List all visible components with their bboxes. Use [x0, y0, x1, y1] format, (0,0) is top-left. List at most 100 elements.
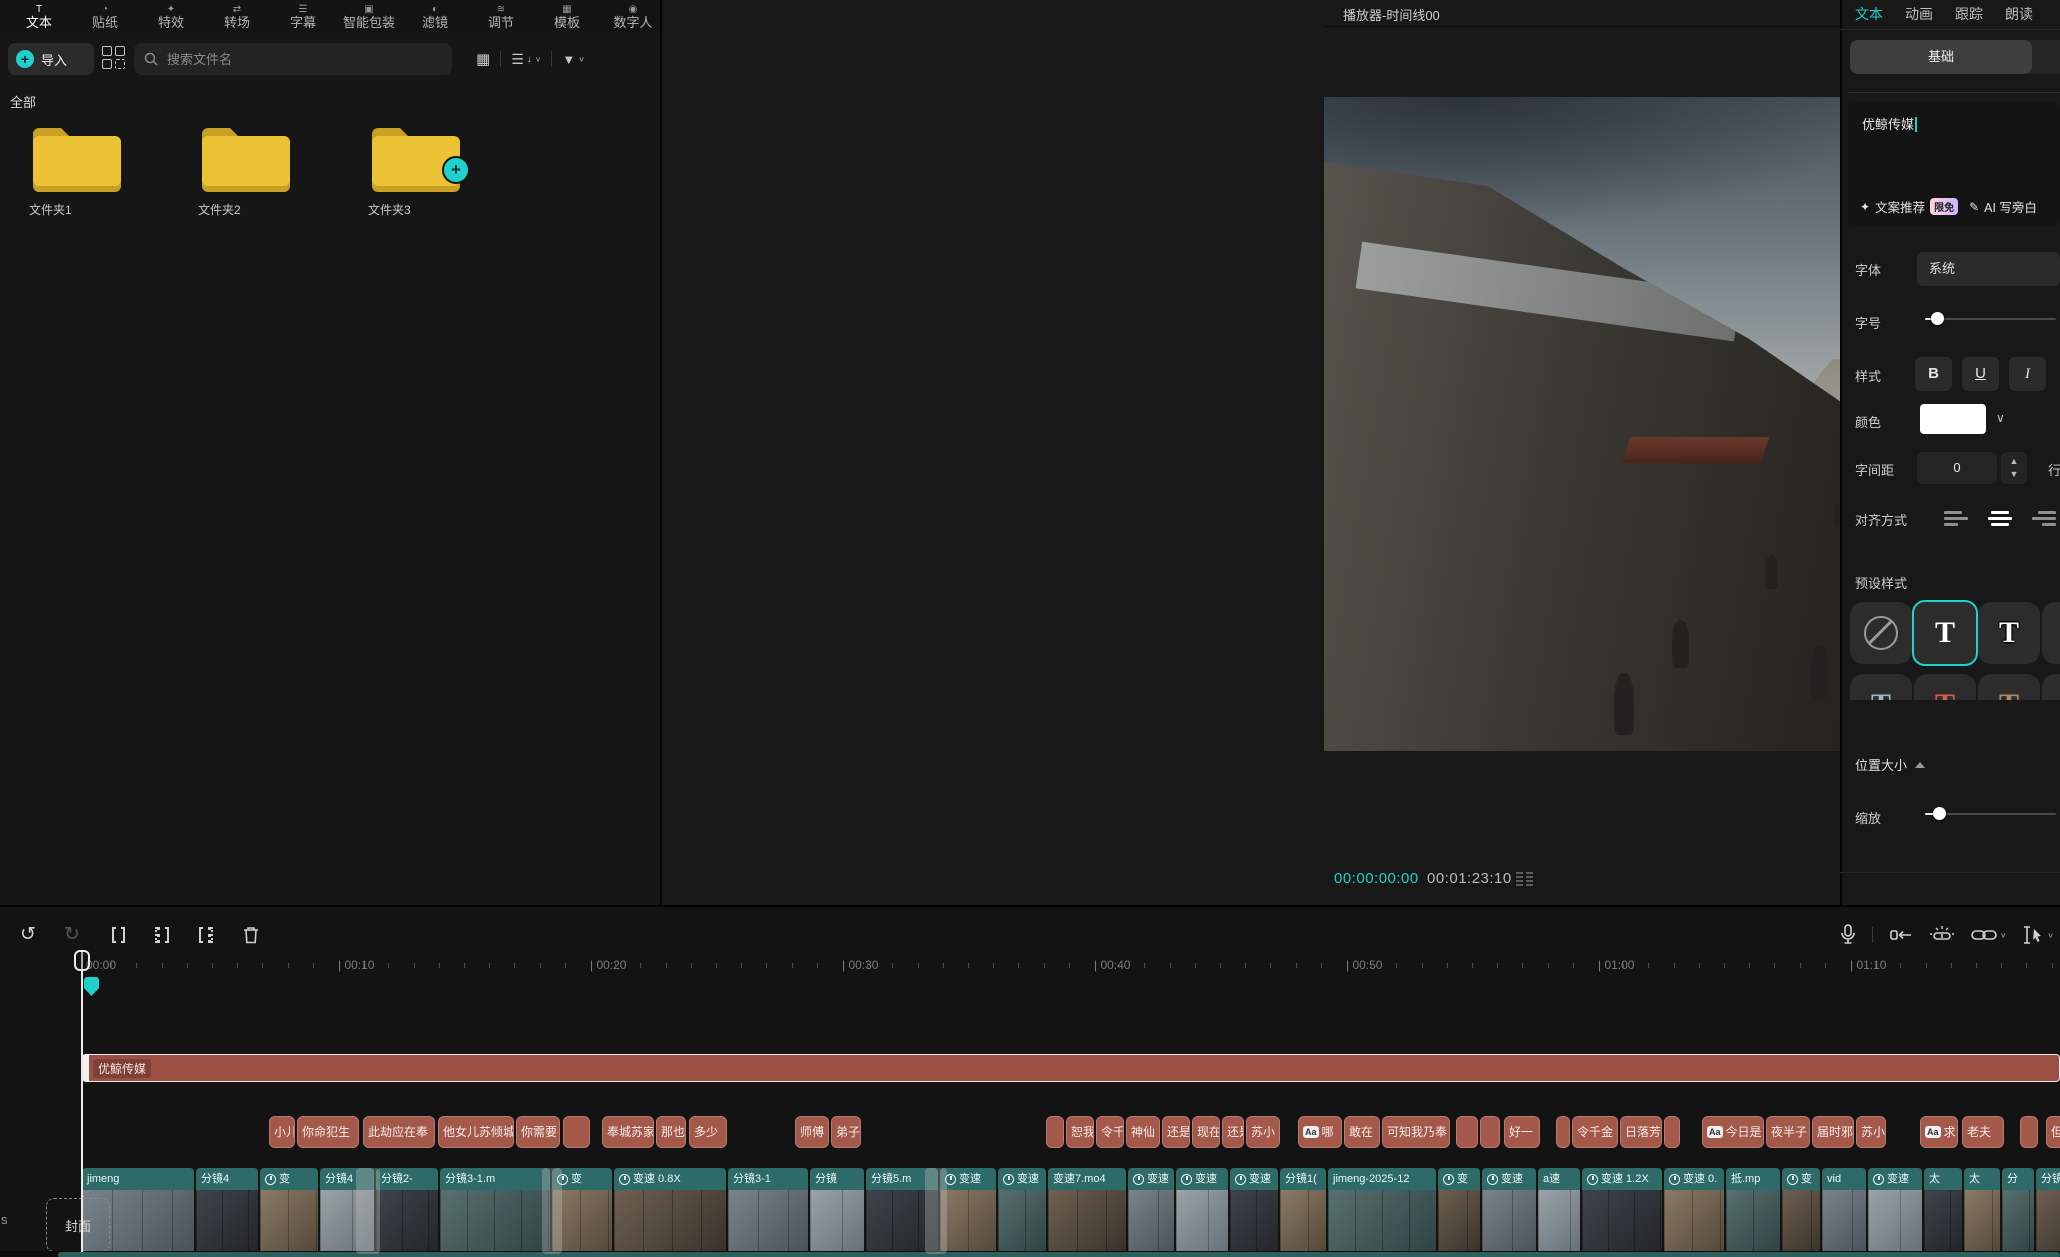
- preset-style-button[interactable]: T: [1978, 602, 2040, 664]
- menu-item-captions[interactable]: ☰字幕: [270, 4, 336, 33]
- video-clip[interactable]: a速: [1538, 1168, 1580, 1254]
- search-input[interactable]: [165, 51, 419, 68]
- video-clip[interactable]: 分镜2-: [376, 1168, 438, 1254]
- video-clip[interactable]: 太: [1924, 1168, 1962, 1254]
- subtitle-clip[interactable]: 多少: [689, 1116, 727, 1148]
- preset-none-button[interactable]: [1850, 602, 1912, 664]
- menu-item-sticker[interactable]: ◔贴纸: [72, 4, 138, 33]
- transition-marker[interactable]: [356, 1168, 380, 1254]
- video-clip[interactable]: 分镜4: [196, 1168, 258, 1254]
- playhead-handle[interactable]: [74, 950, 90, 971]
- playhead-line[interactable]: [81, 952, 83, 1252]
- video-clip[interactable]: 变速: [1868, 1168, 1922, 1254]
- menu-item-template[interactable]: ▦模板: [534, 4, 600, 33]
- subtitle-clip[interactable]: 还是: [1222, 1116, 1244, 1148]
- video-clip[interactable]: 太: [1964, 1168, 2000, 1254]
- preset-style-button[interactable]: T: [2042, 602, 2060, 664]
- trim-right-icon[interactable]: [192, 921, 220, 949]
- subtitle-clip[interactable]: 师傅: [795, 1116, 829, 1148]
- menu-item-effects[interactable]: ✦特效: [138, 4, 204, 33]
- video-clip[interactable]: vid: [1822, 1168, 1866, 1254]
- subtitle-clip[interactable]: 神仙: [1126, 1116, 1160, 1148]
- align-right-button[interactable]: [2026, 503, 2060, 533]
- text-content-input[interactable]: 优鲸传媒 ✦ 文案推荐 限免 ✎ AI 写旁白: [1848, 102, 2060, 226]
- align-left-button[interactable]: [1938, 503, 1974, 533]
- subtitle-clip[interactable]: 老夫: [1962, 1116, 2004, 1148]
- video-clip[interactable]: 分镜3-1: [728, 1168, 808, 1254]
- preset-style-button[interactable]: T: [1914, 674, 1976, 700]
- subtitle-clip[interactable]: 小儿: [269, 1116, 295, 1148]
- video-clip[interactable]: 变速 0.: [1664, 1168, 1724, 1254]
- cover-button[interactable]: 封面: [46, 1198, 110, 1252]
- text-track-clip[interactable]: 优鲸传媒: [82, 1054, 2060, 1082]
- transition-marker[interactable]: [925, 1168, 947, 1254]
- menu-item-filter[interactable]: ◐滤镜: [402, 4, 468, 33]
- subtitle-clip[interactable]: Aa哪: [1298, 1116, 1342, 1148]
- video-clip[interactable]: 分镜: [810, 1168, 864, 1254]
- search-box[interactable]: [134, 43, 452, 75]
- preset-style-button[interactable]: T: [1912, 600, 1978, 666]
- grid-view-icon[interactable]: ▦: [476, 50, 490, 68]
- subtitle-clip[interactable]: 那也: [656, 1116, 686, 1148]
- video-clip[interactable]: 变速: [1176, 1168, 1228, 1254]
- subtitle-clip[interactable]: 奉城苏家: [602, 1116, 654, 1148]
- video-clip[interactable]: 变: [260, 1168, 318, 1254]
- video-clip[interactable]: 分镜1(: [1280, 1168, 1326, 1254]
- video-clip[interactable]: 变速 1.2X: [1582, 1168, 1662, 1254]
- subtitle-clip[interactable]: 他女儿苏倾城: [438, 1116, 514, 1148]
- video-clip[interactable]: 抵.mp: [1726, 1168, 1780, 1254]
- menu-item-digital-human[interactable]: ◉数字人: [600, 4, 666, 33]
- subtitle-clip[interactable]: 苏小: [1246, 1116, 1280, 1148]
- collection-grid-button[interactable]: [102, 46, 128, 72]
- scale-slider[interactable]: [1925, 807, 2056, 821]
- trim-left-icon[interactable]: [148, 921, 176, 949]
- menu-item-adjust[interactable]: ≋调节: [468, 4, 534, 33]
- inspector-tab-朗读[interactable]: 朗读: [2005, 4, 2033, 24]
- inspector-tab-文本[interactable]: 文本: [1855, 4, 1883, 24]
- filter-icon[interactable]: ▼∨: [562, 52, 584, 67]
- subtitle-clip[interactable]: 还是: [1162, 1116, 1190, 1148]
- redo-icon[interactable]: ↻: [58, 921, 86, 949]
- add-to-timeline-icon[interactable]: +: [442, 156, 470, 184]
- subtitle-clip[interactable]: 好一: [1504, 1116, 1540, 1148]
- video-clip[interactable]: 分镜3-1.m: [440, 1168, 550, 1254]
- subtitle-clip[interactable]: Aa求: [1920, 1116, 1958, 1148]
- subtitle-clip[interactable]: 敢在: [1344, 1116, 1380, 1148]
- subtitle-clip[interactable]: [1480, 1116, 1500, 1148]
- undo-icon[interactable]: ↺: [14, 921, 42, 949]
- video-clip[interactable]: 分镜: [2036, 1168, 2060, 1254]
- subtitle-clip[interactable]: 此劫应在奉: [363, 1116, 435, 1148]
- folder-item[interactable]: +文件夹3: [368, 120, 498, 218]
- select-tool-icon[interactable]: ∨: [2022, 926, 2054, 944]
- import-button[interactable]: + 导入: [8, 43, 94, 75]
- subtitle-clip[interactable]: 届时邪: [1812, 1116, 1854, 1148]
- subtitle-clip[interactable]: 可知我乃奉: [1382, 1116, 1450, 1148]
- keyframe-marker-pin[interactable]: [84, 977, 99, 996]
- subtitle-clip[interactable]: 夜半子: [1766, 1116, 1810, 1148]
- preset-style-button[interactable]: T: [1978, 674, 2040, 700]
- video-clip[interactable]: 变速: [998, 1168, 1046, 1254]
- video-clip[interactable]: 变: [1438, 1168, 1480, 1254]
- preset-style-button[interactable]: T: [2042, 674, 2060, 700]
- video-clip[interactable]: 变速7.mo4: [1048, 1168, 1126, 1254]
- font-select[interactable]: 系统: [1917, 252, 2060, 286]
- menu-item-smart-package[interactable]: ▣智能包装: [336, 4, 402, 33]
- inspector-tab-动画[interactable]: 动画: [1905, 4, 1933, 24]
- subtitle-clip[interactable]: 日落芳: [1620, 1116, 1662, 1148]
- underline-button[interactable]: U: [1962, 357, 1999, 391]
- preset-style-button[interactable]: T: [1850, 674, 1912, 700]
- subtitle-clip[interactable]: [1556, 1116, 1570, 1148]
- copy-suggest-button[interactable]: 文案推荐: [1875, 197, 1925, 216]
- split-icon[interactable]: [104, 921, 132, 949]
- bold-button[interactable]: B: [1915, 357, 1952, 391]
- trim-handle[interactable]: [82, 1054, 89, 1081]
- video-clip[interactable]: 变速: [1482, 1168, 1536, 1254]
- subtitle-clip[interactable]: 令千金: [1572, 1116, 1618, 1148]
- align-center-button[interactable]: [1982, 503, 2018, 533]
- menu-item-transition[interactable]: ⇄转场: [204, 4, 270, 33]
- inspector-tab-跟踪[interactable]: 跟踪: [1955, 4, 1983, 24]
- folder-item[interactable]: 文件夹2: [198, 120, 328, 218]
- subtitle-clip[interactable]: 恕我: [1066, 1116, 1094, 1148]
- subtitle-clip[interactable]: [2020, 1116, 2038, 1148]
- video-clip[interactable]: 变速 0.8X: [614, 1168, 726, 1254]
